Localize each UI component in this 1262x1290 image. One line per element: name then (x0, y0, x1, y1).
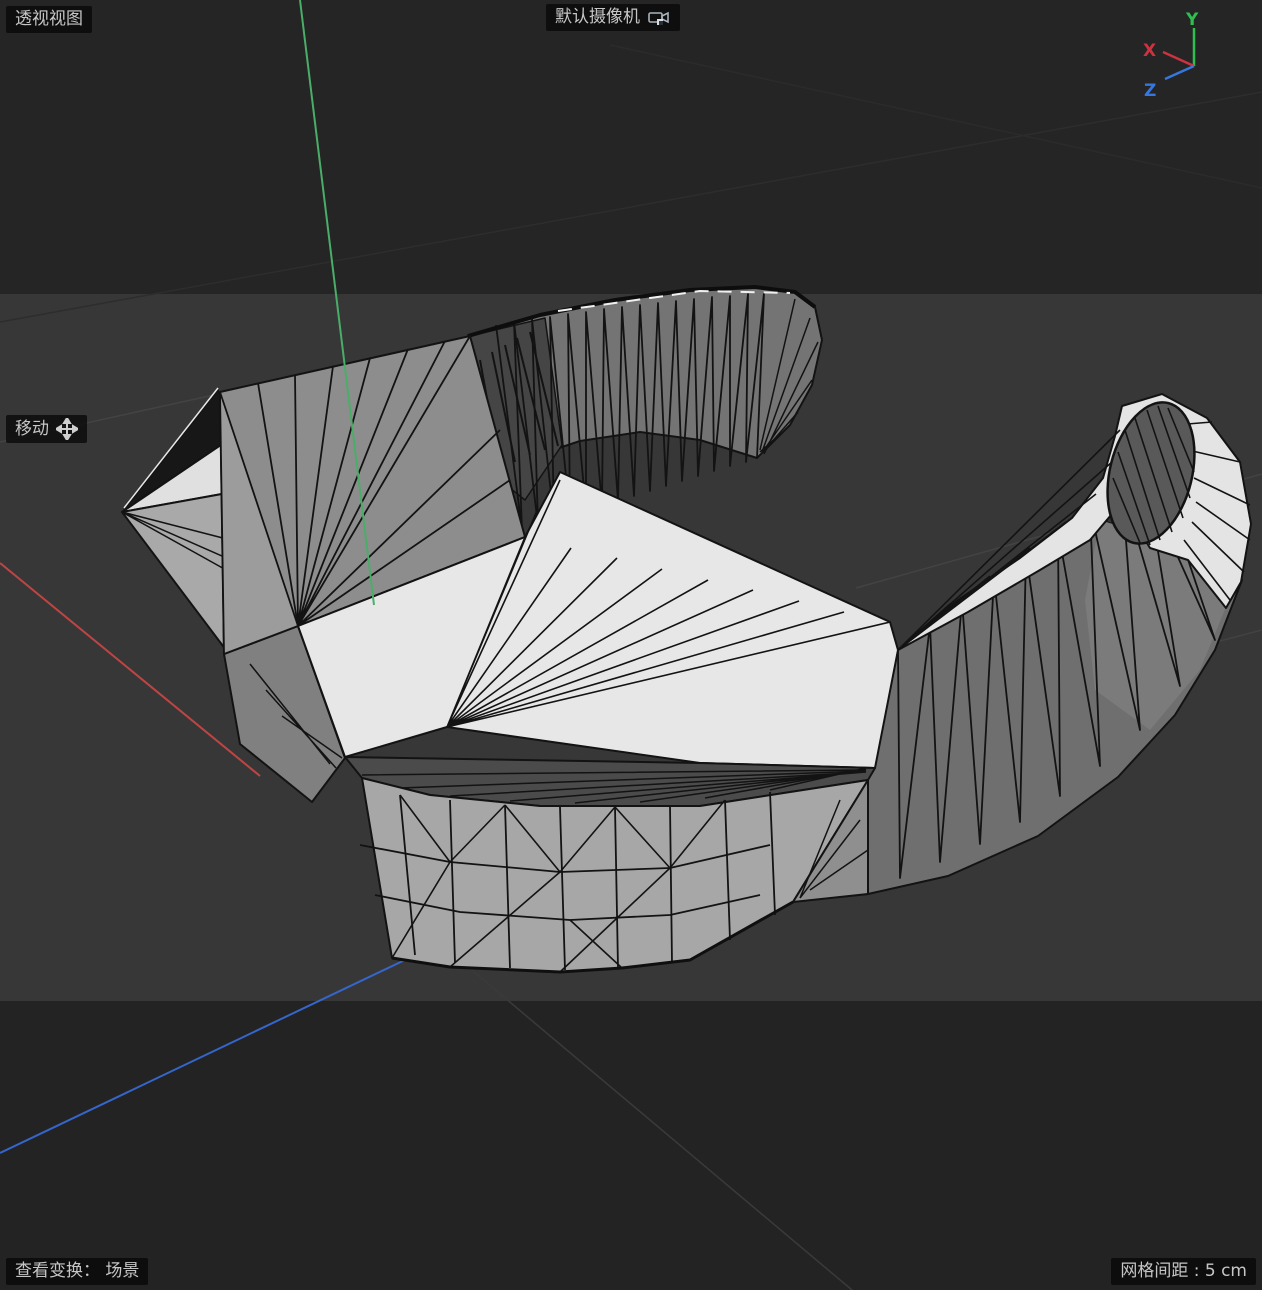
axis-gizmo: Y X Z (1130, 0, 1256, 112)
camera-badge[interactable]: 默认摄像机 (546, 4, 680, 31)
gizmo-y-label: Y (1185, 10, 1199, 30)
camera-icon[interactable] (647, 9, 671, 27)
move-icon (56, 418, 78, 440)
tool-label: 移动 (15, 419, 49, 440)
mesh-object[interactable] (122, 287, 1251, 972)
viewport-3d: { "hud": { "view_label": "透视视图", "camera… (0, 0, 1262, 1290)
scene-canvas[interactable] (0, 0, 1262, 1290)
gizmo-z-label: Z (1144, 81, 1156, 101)
camera-label: 默认摄像机 (555, 7, 640, 28)
transform-status-label: 查看变换： 场景 (15, 1261, 139, 1282)
gizmo-x-label: X (1143, 41, 1156, 61)
z-axis-line (0, 948, 430, 1153)
mesh-upper-arc-band (468, 287, 822, 530)
grid-spacing-label: 网格间距 : 5 cm (1120, 1261, 1247, 1282)
grid-spacing-badge: 网格间距 : 5 cm (1111, 1258, 1256, 1285)
gizmo-z-axis (1165, 66, 1194, 79)
transform-status-badge: 查看变换： 场景 (6, 1258, 148, 1285)
mesh-bottom-apron (360, 778, 868, 972)
view-label: 透视视图 (15, 9, 83, 30)
tool-badge[interactable]: 移动 (6, 415, 87, 443)
view-label-badge[interactable]: 透视视图 (6, 6, 92, 33)
gizmo-x-axis (1163, 52, 1194, 66)
